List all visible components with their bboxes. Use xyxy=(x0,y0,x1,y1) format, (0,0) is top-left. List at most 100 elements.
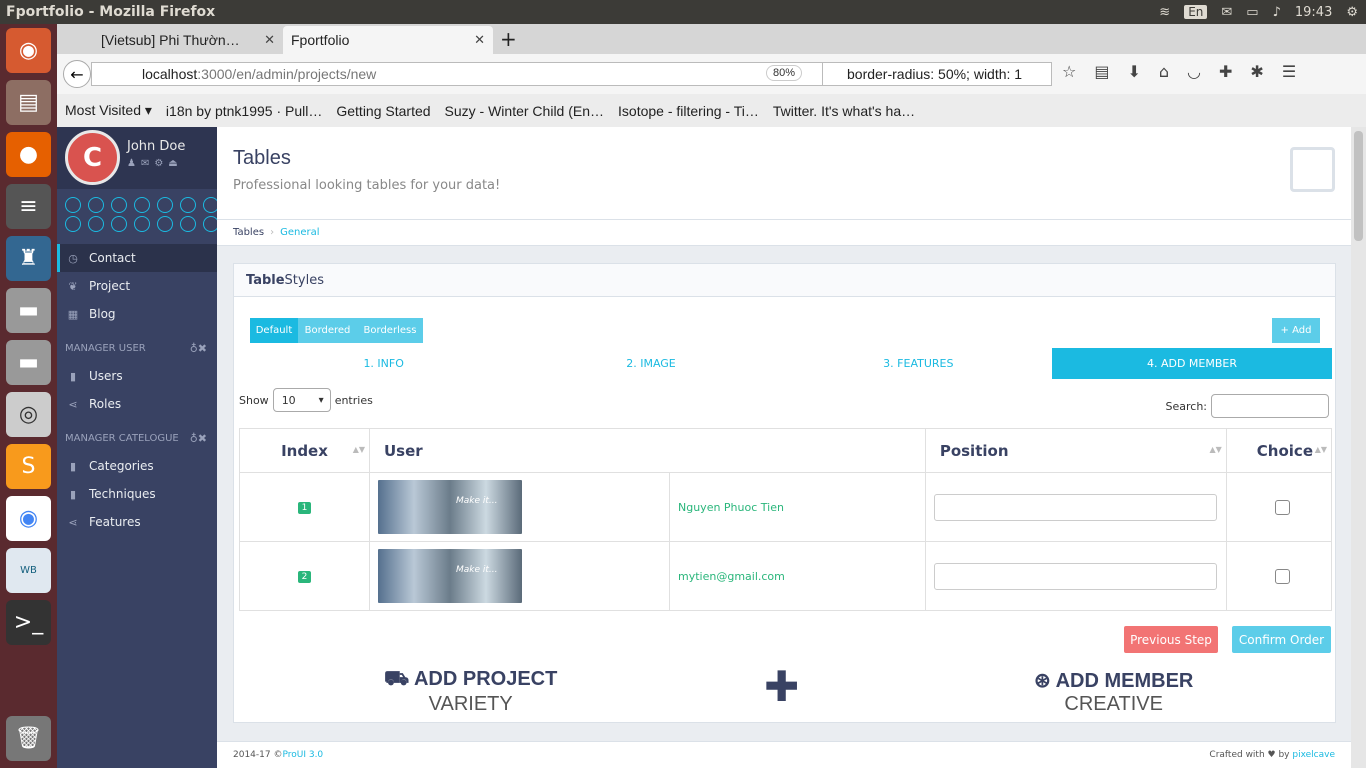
search-input[interactable]: border-radius: 50%; width: 1 xyxy=(822,62,1052,86)
thumbnail-caption: Make it... xyxy=(456,496,498,506)
theme-circle[interactable] xyxy=(134,216,150,232)
theme-circle[interactable] xyxy=(134,197,150,213)
reader-icon[interactable]: ▤ xyxy=(1094,62,1109,81)
close-icon[interactable]: ✕ xyxy=(474,32,485,48)
step-add-member[interactable]: 4. ADD MEMBER xyxy=(1051,348,1332,379)
tools-icon[interactable]: ♁✖ xyxy=(190,342,207,355)
trash-icon[interactable]: 🗑 xyxy=(6,716,51,761)
terminal-icon[interactable]: >_ xyxy=(6,600,51,645)
extension-icon[interactable]: ✚ xyxy=(1219,62,1232,81)
zoom-level[interactable]: 80% xyxy=(765,65,802,81)
theme-circle[interactable] xyxy=(111,216,127,232)
back-button[interactable]: ← xyxy=(63,60,91,88)
menu-icon[interactable]: ☰ xyxy=(1282,62,1296,81)
close-icon[interactable]: ✕ xyxy=(264,32,275,48)
files-icon[interactable]: ▤ xyxy=(6,80,51,125)
choice-checkbox[interactable] xyxy=(1275,568,1291,584)
tab-youtube[interactable]: [Vietsub] Phi Thườn… ✕ xyxy=(77,26,283,54)
chrome-icon[interactable]: ◉ xyxy=(6,496,51,541)
footer: 2014-17 © ProUI 3.0 Crafted with ♥ by pi… xyxy=(217,741,1351,768)
page-scrollbar[interactable] xyxy=(1351,127,1366,768)
clock[interactable]: 19:43 xyxy=(1295,5,1332,20)
postgres-icon[interactable]: ♜ xyxy=(6,236,51,281)
mail-icon[interactable]: ✉ xyxy=(1221,5,1232,20)
toolbar-icons: ☆ ▤ ⬇ ⌂ ◡ ✚ ✱ ☰ xyxy=(1062,62,1296,81)
profile-icons[interactable]: ♟✉⚙⏏ xyxy=(127,158,183,169)
url-bar[interactable]: localhost:3000/en/admin/projects/new 80% xyxy=(91,62,825,86)
theme-circle[interactable] xyxy=(111,197,127,213)
server-icon[interactable]: ≡ xyxy=(6,184,51,229)
position-input[interactable] xyxy=(933,493,1217,521)
ubuntu-icon[interactable]: ◉ xyxy=(6,28,51,73)
theme-circle[interactable] xyxy=(65,197,81,213)
disk2-icon[interactable]: ▬ xyxy=(6,340,51,385)
add-button[interactable]: + Add xyxy=(1272,318,1320,343)
theme-circle[interactable] xyxy=(88,216,104,232)
position-input[interactable] xyxy=(933,562,1217,590)
addon-icon[interactable]: ✱ xyxy=(1250,62,1263,81)
home-icon[interactable]: ⌂ xyxy=(1159,62,1169,81)
bookmark-item[interactable]: Getting Started xyxy=(336,103,430,119)
step-image[interactable]: 2. IMAGE xyxy=(517,348,784,379)
footer-link[interactable]: ProUI 3.0 xyxy=(282,750,323,760)
sidebar-item-users[interactable]: ▮ Users xyxy=(57,362,217,390)
keyboard-lang[interactable]: En xyxy=(1184,5,1208,19)
star-icon[interactable]: ☆ xyxy=(1062,62,1076,81)
sidebar-item-contact[interactable]: ◷ Contact xyxy=(57,244,217,272)
theme-circle[interactable] xyxy=(157,216,173,232)
theme-circle[interactable] xyxy=(157,197,173,213)
bookmark-item[interactable]: i18n by ptnk1995 · Pull… xyxy=(166,103,322,119)
previous-step-button[interactable]: Previous Step xyxy=(1124,626,1218,653)
choice-checkbox[interactable] xyxy=(1275,499,1291,515)
style-default-button[interactable]: Default xyxy=(250,318,298,343)
style-bordered-button[interactable]: Bordered xyxy=(298,318,357,343)
entries-select[interactable]: 10 xyxy=(272,388,331,412)
bookmark-item[interactable]: Twitter. It's what's ha… xyxy=(773,103,915,119)
sidebar-item-project[interactable]: ❦ Project xyxy=(57,272,217,300)
theme-circle[interactable] xyxy=(180,197,196,213)
sidebar-header-label: MANAGER CATELOGUE xyxy=(65,432,179,444)
tools-icon[interactable]: ♁✖ xyxy=(190,432,207,445)
col-user[interactable]: User xyxy=(369,428,926,473)
step-info[interactable]: 1. INFO xyxy=(250,348,517,379)
tab-fportfolio[interactable]: Fportfolio ✕ xyxy=(283,26,493,54)
firefox-icon[interactable]: ● xyxy=(6,132,51,177)
theme-circle[interactable] xyxy=(65,216,81,232)
footer-link[interactable]: pixelcave xyxy=(1292,750,1335,760)
pocket-icon[interactable]: ◡ xyxy=(1187,62,1201,81)
sublime-icon[interactable]: S xyxy=(6,444,51,489)
gear-icon[interactable]: ⚙ xyxy=(1346,5,1358,20)
download-icon[interactable]: ⬇ xyxy=(1127,62,1140,81)
bookmark-item[interactable]: Most Visited ▾ xyxy=(65,102,152,119)
scrollbar-thumb[interactable] xyxy=(1354,131,1363,241)
cd-icon[interactable]: ◎ xyxy=(6,392,51,437)
sidebar-item-categories[interactable]: ▮ Categories xyxy=(57,452,217,480)
battery-icon[interactable]: ▭ xyxy=(1246,5,1258,20)
workbench-icon[interactable]: WB xyxy=(6,548,51,593)
sidebar-item-roles[interactable]: ⋖ Roles xyxy=(57,390,217,418)
table-search-input[interactable] xyxy=(1211,394,1329,418)
col-choice[interactable]: Choice ▲▼ xyxy=(1225,428,1333,473)
bookmark-item[interactable]: Isotope - filtering - Ti… xyxy=(618,103,759,119)
col-position[interactable]: Position ▲▼ xyxy=(924,428,1227,473)
sidebar-item-techniques[interactable]: ▮ Techniques xyxy=(57,480,217,508)
index-badge: 2 xyxy=(297,571,312,583)
col-index[interactable]: Index ▲▼ xyxy=(239,428,370,473)
style-borderless-button[interactable]: Borderless xyxy=(357,318,423,343)
avatar[interactable]: C xyxy=(65,130,120,185)
wifi-icon[interactable]: ≋ xyxy=(1159,5,1170,20)
disk-icon[interactable]: ▬ xyxy=(6,288,51,333)
sidebar-header-label: MANAGER USER xyxy=(65,342,146,354)
confirm-order-button[interactable]: Confirm Order xyxy=(1232,626,1331,653)
new-tab-button[interactable]: + xyxy=(500,27,517,51)
sidebar-item-blog[interactable]: ▦ Blog xyxy=(57,300,217,328)
bookmark-item[interactable]: Suzy - Winter Child (En… xyxy=(445,103,604,119)
browser-chrome: [Vietsub] Phi Thườn… ✕ Fportfolio ✕ + ← lo… xyxy=(57,24,1366,127)
breadcrumb-item[interactable]: Tables xyxy=(233,227,264,238)
breadcrumb-item[interactable]: General xyxy=(280,227,319,238)
theme-circle[interactable] xyxy=(180,216,196,232)
sidebar-item-features[interactable]: ⋖ Features xyxy=(57,508,217,536)
volume-icon[interactable]: ♪ xyxy=(1273,5,1281,20)
step-features[interactable]: 3. FEATURES xyxy=(785,348,1052,379)
theme-circle[interactable] xyxy=(88,197,104,213)
